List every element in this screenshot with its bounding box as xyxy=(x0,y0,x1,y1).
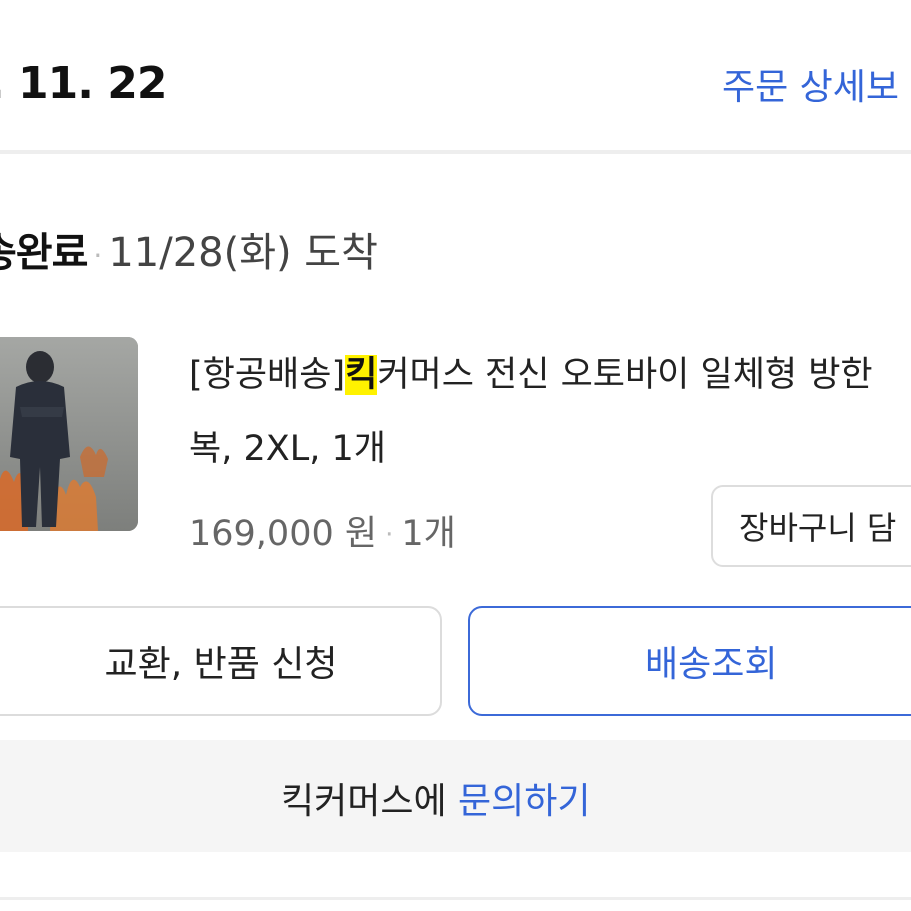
exchange-return-button[interactable]: 교환, 반품 신청 xyxy=(0,606,442,716)
header-divider xyxy=(0,150,911,154)
seller-name: 킥커머스에 xyxy=(281,781,459,822)
order-date: . 11. 22 xyxy=(0,58,168,109)
add-to-cart-button[interactable]: 장바구니 담 xyxy=(711,485,911,567)
product-title-prefix: [항공배송] xyxy=(189,355,346,395)
price-row: 169,000 원 · 1개 xyxy=(189,505,456,556)
product-title-line-1[interactable]: [항공배송]킥커머스 전신 오토바이 일체형 방한 xyxy=(189,346,873,397)
product-thumbnail[interactable] xyxy=(0,337,138,531)
price-separator: · xyxy=(385,520,394,550)
product-title-line-2[interactable]: 복, 2XL, 1개 xyxy=(189,420,386,471)
search-highlight: 킥 xyxy=(345,355,378,395)
product-quantity: 1개 xyxy=(401,514,456,554)
product-photo-image xyxy=(0,337,138,531)
inquiry-link[interactable]: 문의하기 xyxy=(458,781,590,822)
track-delivery-button[interactable]: 배송조회 xyxy=(468,606,911,716)
delivery-status-row: 송완료·11/28(화) 도착 xyxy=(0,220,378,278)
arrival-date: 11/28(화) 도착 xyxy=(108,230,378,276)
product-price: 169,000 원 xyxy=(189,514,378,554)
product-title-rest: 커머스 전신 오토바이 일체형 방한 xyxy=(377,355,873,395)
bottom-divider xyxy=(0,897,911,900)
order-detail-link[interactable]: 주문 상세보 xyxy=(722,58,899,110)
delivery-status: 송완료 xyxy=(0,230,88,276)
order-card: . 11. 22 주문 상세보 송완료·11/28(화) 도착 [항공배송]킥커… xyxy=(0,0,911,911)
seller-inquiry-text: 킥커머스에 문의하기 xyxy=(281,772,591,824)
status-separator: · xyxy=(93,238,103,272)
